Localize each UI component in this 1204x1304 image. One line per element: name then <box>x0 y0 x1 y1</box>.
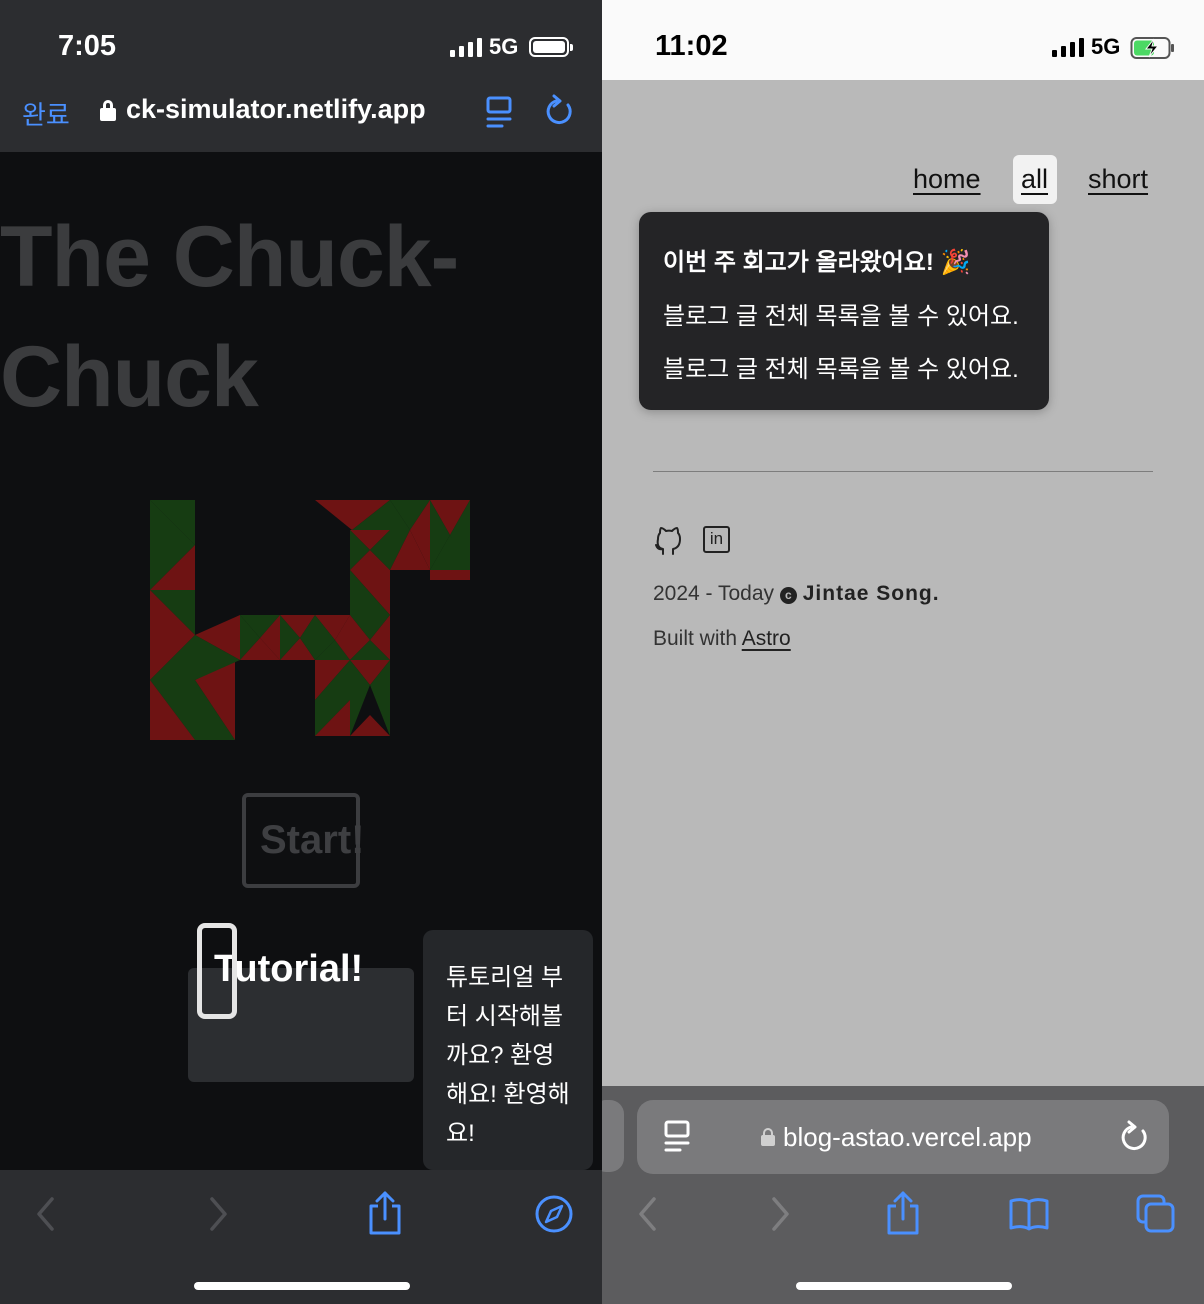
popover-text-1: 블로그 글 전체 목록을 볼 수 있어요. <box>663 303 1019 330</box>
share-icon[interactable] <box>885 1190 921 1236</box>
back-icon[interactable] <box>636 1196 660 1232</box>
battery-icon <box>529 37 573 57</box>
linkedin-icon[interactable]: in <box>703 526 730 553</box>
nav-all-link[interactable]: all <box>1021 164 1048 195</box>
nav-home-link[interactable]: home <box>913 164 981 195</box>
signal-icon <box>450 38 482 57</box>
onboarding-popover: 이번 주 회고가 올라왔어요! 🎉 블로그 글 전체 목록을 볼 수 있어요. … <box>639 212 1049 410</box>
url-domain[interactable]: ck-simulator.netlify.app <box>126 94 426 125</box>
done-button[interactable]: 완료 <box>22 95 70 132</box>
github-icon[interactable] <box>652 525 684 557</box>
tutorial-tooltip: 튜토리얼 부터 시작해볼까요? 환영해요! 환영해요! <box>423 930 593 1170</box>
network-label: 5G <box>489 34 519 59</box>
reader-icon[interactable] <box>485 96 513 130</box>
network-label: 5G <box>1091 34 1121 59</box>
lock-icon <box>761 1128 775 1146</box>
reload-icon[interactable] <box>1119 1120 1151 1154</box>
forward-icon[interactable] <box>768 1196 792 1232</box>
browser-address-bar: 완료 ck-simulator.netlify.app <box>0 82 602 152</box>
popover-heading: 이번 주 회고가 올라왔어요! 🎉 <box>663 249 971 276</box>
popover-text-2: 블로그 글 전체 목록을 볼 수 있어요. <box>663 356 1019 383</box>
tutorial-highlight-frame <box>197 923 237 1019</box>
reader-icon[interactable] <box>663 1120 691 1154</box>
battery-charging-icon <box>1130 37 1174 59</box>
start-button-label: Start! <box>260 818 365 862</box>
reload-icon[interactable] <box>544 94 576 128</box>
bookmarks-icon[interactable] <box>1008 1196 1050 1232</box>
share-icon[interactable] <box>367 1190 403 1236</box>
compass-icon[interactable] <box>534 1194 574 1234</box>
forward-icon[interactable] <box>206 1196 230 1232</box>
page-title-line-2: Chuck <box>0 329 259 425</box>
home-indicator <box>796 1282 1012 1290</box>
lock-icon <box>100 100 116 122</box>
home-indicator <box>194 1282 410 1290</box>
status-time: 11:02 <box>655 30 728 62</box>
copyright-author: Jintae Song. <box>802 582 940 605</box>
url-domain[interactable]: blog-astao.vercel.app <box>783 1122 1032 1153</box>
signal-icon <box>1052 38 1084 57</box>
copyright-years: 2024 - Today <box>653 582 775 605</box>
browser-toolbar <box>0 1170 602 1304</box>
page-title-line-1: The Chuck- <box>0 209 459 305</box>
copyright-icon: c <box>779 587 797 604</box>
copyright-line: 2024 - Today c Jintae Song. <box>653 582 940 606</box>
footer-divider <box>653 471 1153 472</box>
status-time: 7:05 <box>58 30 117 62</box>
tabs-icon[interactable] <box>1136 1194 1176 1234</box>
snake-puzzle-illustration <box>150 500 470 740</box>
status-bar: 11:02 5G <box>602 0 1204 80</box>
built-with-line: Built with Astro <box>653 627 791 651</box>
astro-link[interactable]: Astro <box>742 627 791 650</box>
left-screenshot: 7:05 5G 완료 ck-simulator.netlify.app The … <box>0 0 602 1304</box>
right-screenshot: 11:02 5G home all short 이번 주 회고가 올라왔어요! … <box>602 0 1204 1304</box>
nav-short-link[interactable]: short <box>1088 164 1148 195</box>
tutorial-tooltip-text: 튜토리얼 부터 시작해볼까요? 환영해요! 환영해요! <box>446 964 570 1147</box>
previous-tab-peek[interactable] <box>602 1100 624 1172</box>
address-bar[interactable]: blog-astao.vercel.app <box>637 1100 1169 1174</box>
back-icon[interactable] <box>34 1196 58 1232</box>
status-bar: 7:05 5G <box>0 0 602 82</box>
browser-bottom-bar: blog-astao.vercel.app <box>602 1086 1204 1304</box>
built-with-text: Built with <box>653 627 738 650</box>
